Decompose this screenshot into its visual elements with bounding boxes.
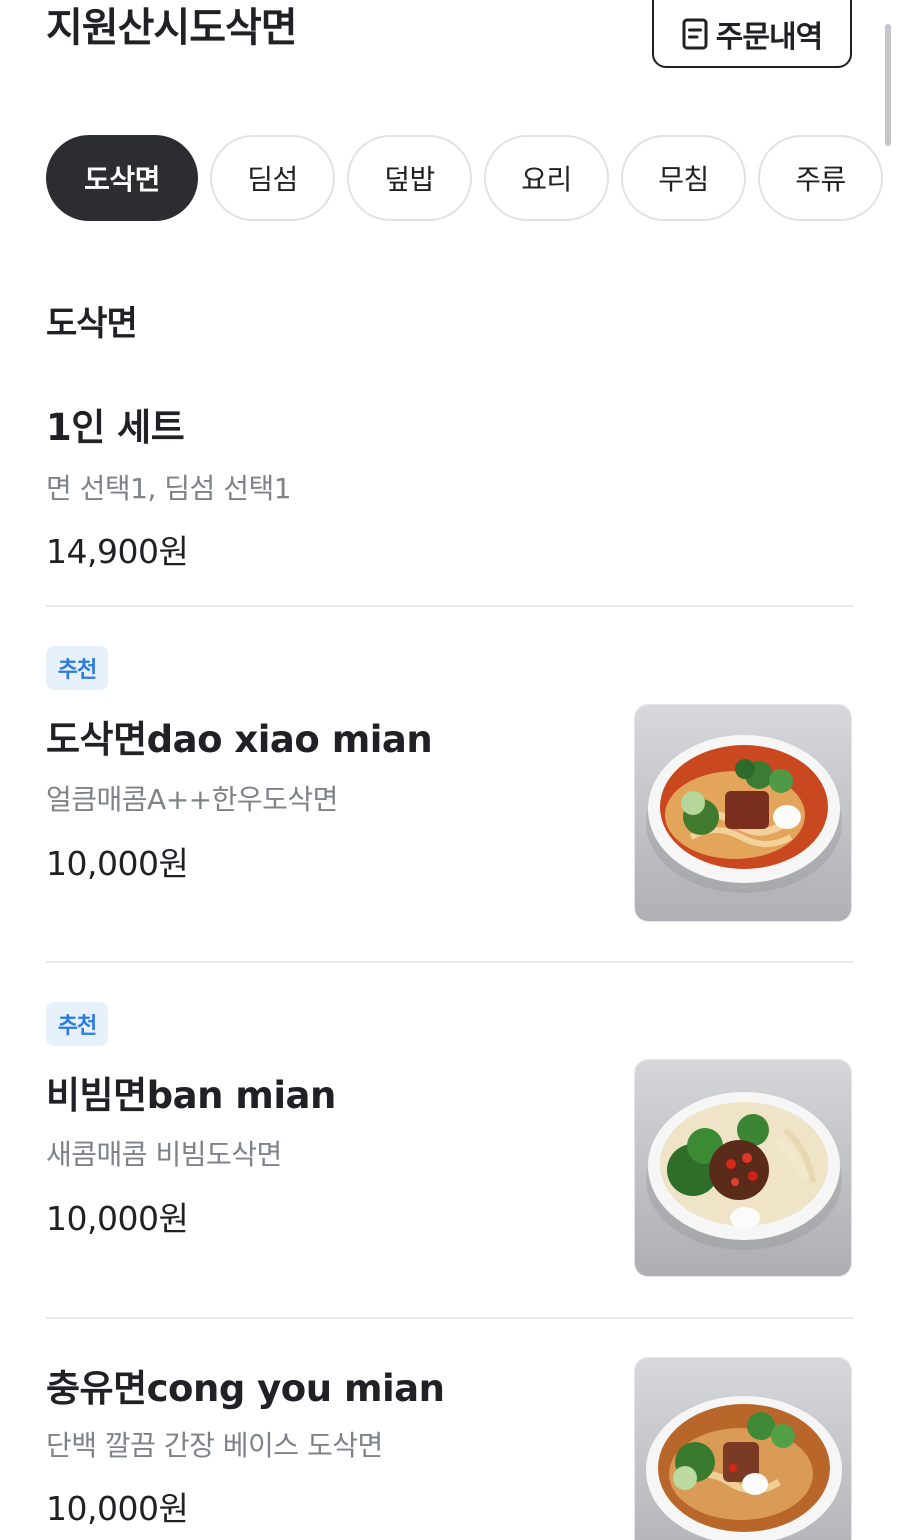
- menu-item-description: 단백 깔끔 간장 베이스 도삭면: [46, 1429, 383, 1462]
- receipt-icon: [682, 18, 708, 50]
- menu-item-dao-xiao-mian[interactable]: 추천 도삭면dao xiao mian 얼큼매콤A++한우도삭면 10,000원: [46, 645, 854, 925]
- menu-item-name: 1인 세트: [46, 406, 185, 449]
- menu-item-description: 얼큼매콤A++한우도삭면: [46, 783, 338, 816]
- divider: [46, 1317, 854, 1319]
- section-title: 도삭면: [46, 304, 138, 344]
- tab-dosakmyeon[interactable]: 도삭면: [46, 135, 198, 221]
- menu-item-set[interactable]: 1인 세트 면 선택1, 딤섬 선택1 14,900원: [46, 395, 854, 585]
- menu-item-cong-you-mian[interactable]: 충유면cong you mian 단백 깔끔 간장 베이스 도삭면 10,000…: [46, 1357, 854, 1540]
- menu-item-description: 새콤매콤 비빔도삭면: [46, 1138, 282, 1171]
- scrollbar[interactable]: [885, 24, 891, 146]
- recommended-badge: 추천: [46, 646, 108, 690]
- menu-item-price: 10,000원: [46, 844, 189, 883]
- menu-item-name: 충유면cong you mian: [46, 1367, 445, 1410]
- menu-item-image: [634, 1357, 852, 1540]
- menu-item-name: 비빔면ban mian: [46, 1074, 336, 1117]
- tab-drinks[interactable]: 주류: [758, 135, 883, 221]
- menu-page: 지원산시도삭면 주문내역 도삭면 딤섬 덮밥 요리 무침 주류 도삭면 1인 세…: [0, 0, 899, 1540]
- tab-dishes[interactable]: 요리: [484, 135, 609, 221]
- menu-item-image: [634, 704, 852, 922]
- menu-item-image: [634, 1059, 852, 1277]
- store-name: 지원산시도삭면: [46, 5, 298, 51]
- menu-item-description: 면 선택1, 딤섬 선택1: [46, 472, 292, 505]
- tab-rice-bowl[interactable]: 덮밥: [347, 135, 472, 221]
- menu-item-price: 14,900원: [46, 532, 189, 571]
- recommended-badge: 추천: [46, 1002, 108, 1046]
- menu-item-price: 10,000원: [46, 1199, 189, 1238]
- order-history-label: 주문내역: [715, 20, 823, 55]
- tab-salad[interactable]: 무침: [621, 135, 746, 221]
- order-history-button[interactable]: 주문내역: [652, 0, 852, 68]
- tab-dimsum[interactable]: 딤섬: [210, 135, 335, 221]
- menu-item-name: 도삭면dao xiao mian: [46, 718, 433, 761]
- divider: [46, 961, 854, 963]
- divider: [46, 605, 854, 607]
- menu-item-price: 10,000원: [46, 1489, 189, 1528]
- menu-item-ban-mian[interactable]: 추천 비빔면ban mian 새콤매콤 비빔도삭면 10,000원: [46, 1001, 854, 1281]
- category-tabs: 도삭면 딤섬 덮밥 요리 무침 주류: [46, 135, 899, 221]
